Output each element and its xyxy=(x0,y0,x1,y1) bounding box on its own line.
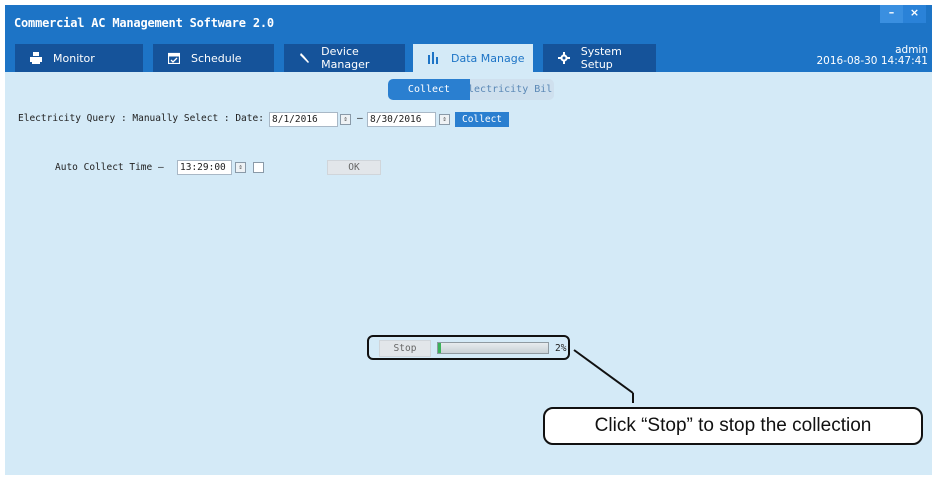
app-window: Commercial AC Management Software 2.0 – … xyxy=(5,5,932,475)
callout-box: Click “Stop” to stop the collection xyxy=(543,407,923,445)
callout-text: Click “Stop” to stop the collection xyxy=(594,415,872,436)
callout-pointer xyxy=(573,349,634,403)
